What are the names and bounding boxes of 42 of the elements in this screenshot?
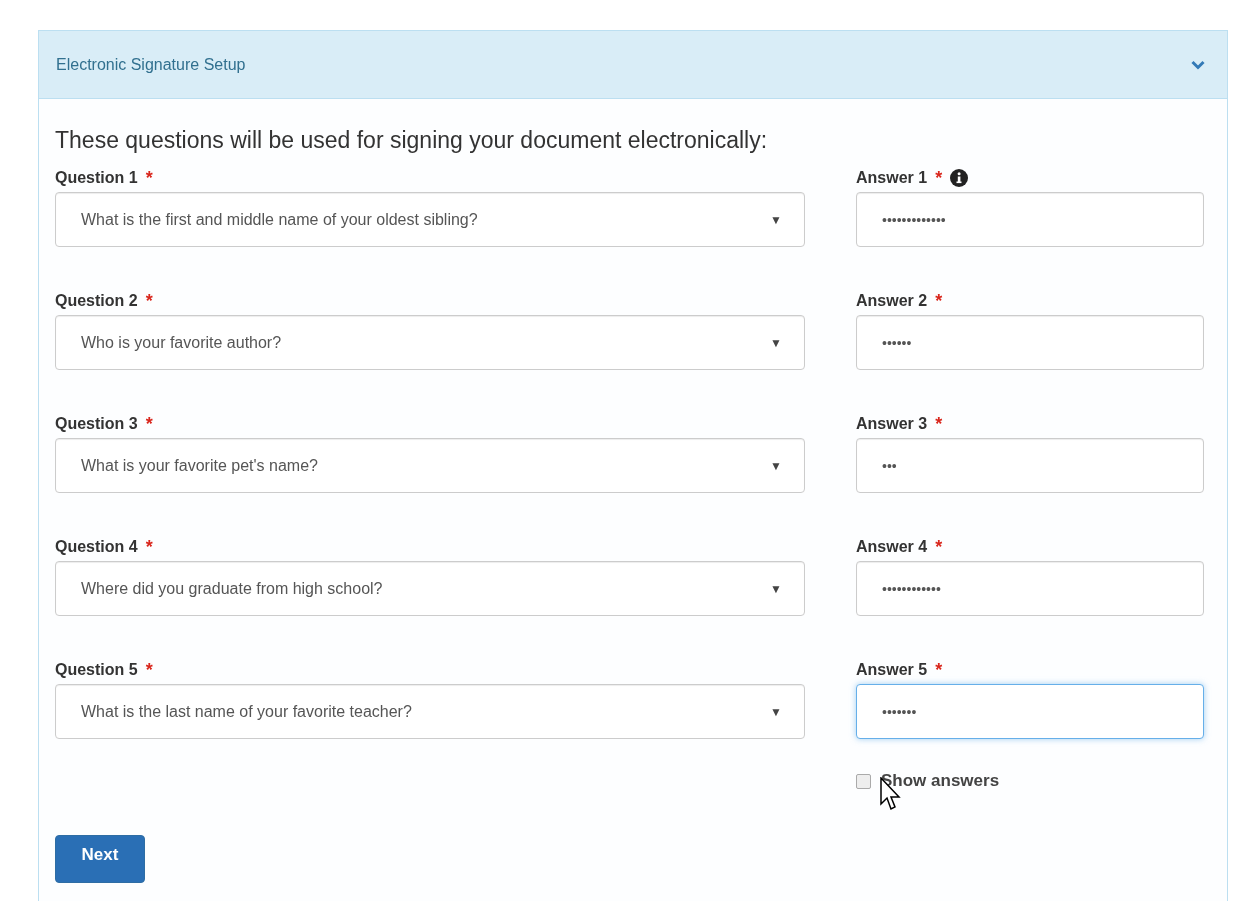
dropdown-caret: ▼ <box>770 704 782 719</box>
required-mark: * <box>145 413 153 435</box>
required-mark: * <box>935 413 943 435</box>
question-label: Question 1 <box>55 169 138 187</box>
intro-text: These questions will be used for signing your document electronically: <box>55 127 769 154</box>
question-label: Question 4 <box>55 538 138 556</box>
answer-field[interactable]: •••••• <box>856 315 1204 370</box>
answer-field[interactable]: ••••••• <box>856 684 1204 739</box>
dropdown-caret: ▼ <box>770 212 782 227</box>
answer-label: Answer 2 <box>856 292 928 310</box>
question-label: Question 2 <box>55 292 138 310</box>
required-mark: * <box>145 536 153 558</box>
answer-field[interactable]: ••••••••••••• <box>856 192 1204 247</box>
panel-header[interactable]: Electronic Signature Setup <box>39 31 1227 99</box>
question-select[interactable]: Who is your favorite author? ▼ <box>55 315 805 370</box>
required-mark: * <box>935 167 943 189</box>
question-label: Question 3 <box>55 415 138 433</box>
answer-label: Answer 3 <box>856 415 928 433</box>
question-select[interactable]: What is the last name of your favorite teacher? ▼ <box>55 684 805 739</box>
required-mark: * <box>935 290 943 312</box>
answer-label: Answer 4 <box>856 538 928 556</box>
required-mark: * <box>145 659 153 681</box>
answer-field[interactable]: •••••••••••• <box>856 561 1204 616</box>
question-select[interactable]: What is your favorite pet's name? ▼ <box>55 438 805 493</box>
question-select[interactable]: What is the first and middle name of your oldest sibling? ▼ <box>55 192 805 247</box>
required-mark: * <box>145 167 153 189</box>
question-label: Question 5 <box>55 661 138 679</box>
dropdown-caret: ▼ <box>770 581 782 596</box>
answer-field[interactable]: ••• <box>856 438 1204 493</box>
info-icon[interactable] <box>950 169 969 187</box>
panel-title: Electronic Signature Setup <box>56 55 246 74</box>
next-button[interactable]: Next <box>55 835 145 883</box>
dropdown-caret: ▼ <box>770 335 782 350</box>
chevron-icon[interactable] <box>1191 59 1205 70</box>
required-mark: * <box>935 659 943 681</box>
dropdown-caret: ▼ <box>770 458 782 473</box>
answer-label: Answer 1 <box>856 169 928 187</box>
required-mark: * <box>145 290 153 312</box>
required-mark: * <box>935 536 943 558</box>
answer-label: Answer 5 <box>856 661 928 679</box>
checkbox[interactable] <box>856 773 871 789</box>
question-select[interactable]: Where did you graduate from high school? ▼ <box>55 561 805 616</box>
